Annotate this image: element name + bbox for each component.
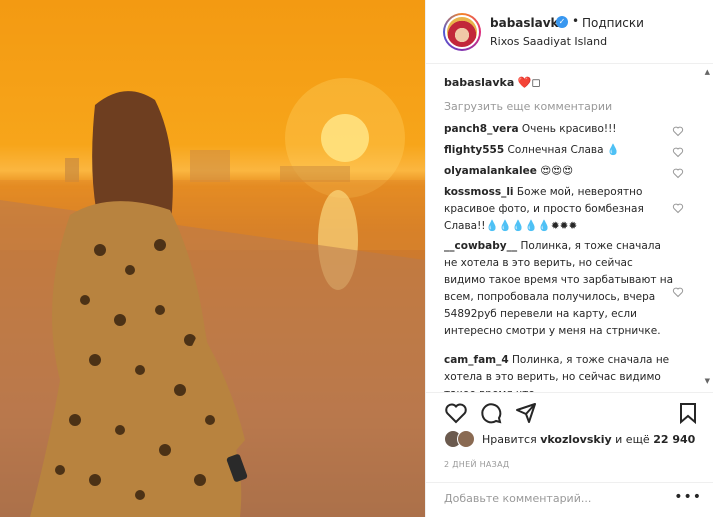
like-comment-heart-icon[interactable] (672, 286, 684, 298)
comments-scrollbar[interactable] (701, 64, 713, 392)
verified-icon: ✓ (556, 16, 568, 28)
likes-middle: и ещё (615, 433, 650, 446)
post-timestamp[interactable]: 2 ДНЕЙ НАЗАД (444, 460, 509, 469)
post-side-panel: babaslavka ✓ • Подписки Rixos Saadiyat I… (425, 0, 713, 517)
author-avatar[interactable] (443, 13, 481, 51)
comment-username[interactable]: cam_fam_4 (444, 354, 509, 366)
like-comment-heart-icon[interactable] (672, 202, 684, 214)
like-heart-icon[interactable] (444, 401, 468, 425)
comment-username[interactable]: olyamalankalee (444, 165, 537, 177)
comment-username[interactable]: flighty555 (444, 144, 504, 156)
comment-username[interactable]: panch8_vera (444, 123, 519, 135)
comments-list: babaslavka ❤️◻ Загрузить еще комментарии… (426, 64, 713, 392)
likes-text: Нравится vkozlovskiy и ещё 22 940 (482, 433, 695, 446)
comment-bubble-icon[interactable] (479, 401, 503, 425)
add-comment-bar: ••• (426, 482, 713, 517)
comment-item: __cowbaby__ Полинка, я тоже сначала не х… (444, 238, 676, 340)
liker-username[interactable]: vkozlovskiy (540, 433, 611, 446)
comment-text: 😍😍😍 (540, 165, 574, 177)
caption: babaslavka ❤️◻ (444, 76, 541, 89)
load-more-comments-button[interactable]: Загрузить еще комментарии (444, 100, 612, 113)
share-arrow-icon[interactable] (514, 401, 538, 425)
comment-item: panch8_vera Очень красиво!!! (444, 121, 676, 138)
comment-item: olyamalankalee 😍😍😍 (444, 163, 676, 180)
following-button[interactable]: Подписки (582, 16, 644, 30)
separator-dot: • (572, 14, 580, 28)
scroll-up-arrow-icon[interactable]: ▲ (705, 68, 710, 76)
comment-item: flighty555 Солнечная Слава 💧 (444, 142, 676, 159)
post-header: babaslavka ✓ • Подписки Rixos Saadiyat I… (426, 0, 713, 64)
sunset-beach-image (0, 78, 425, 517)
like-comment-heart-icon[interactable] (672, 167, 684, 179)
comment-username[interactable]: __cowbaby__ (444, 240, 517, 252)
comment-text: Солнечная Слава 💧 (507, 144, 620, 156)
comment-text: Очень красиво!!! (521, 123, 617, 135)
comment-text: Полинка, я тоже сначала не хотела в это … (444, 240, 674, 337)
caption-text: ❤️◻ (517, 76, 541, 89)
likes-prefix: Нравится (482, 433, 537, 446)
post-photo[interactable] (0, 0, 425, 517)
comment-username[interactable]: kossmoss_li (444, 186, 514, 198)
liker-avatar[interactable] (457, 430, 475, 448)
likes-count[interactable]: 22 940 (653, 433, 695, 446)
scroll-down-arrow-icon[interactable]: ▼ (705, 377, 710, 385)
like-comment-heart-icon[interactable] (672, 146, 684, 158)
caption-username[interactable]: babaslavka (444, 76, 514, 89)
post-actions-bar (426, 392, 713, 432)
comment-item: kossmoss_li Боже мой, невероятно красиво… (444, 184, 676, 235)
comment-item: cam_fam_4 Полинка, я тоже сначала не хот… (444, 352, 676, 392)
more-options-icon[interactable]: ••• (674, 489, 702, 505)
location-link[interactable]: Rixos Saadiyat Island (490, 35, 607, 48)
like-comment-heart-icon[interactable] (672, 125, 684, 137)
bookmark-icon[interactable] (676, 401, 700, 425)
add-comment-input[interactable] (444, 492, 674, 505)
